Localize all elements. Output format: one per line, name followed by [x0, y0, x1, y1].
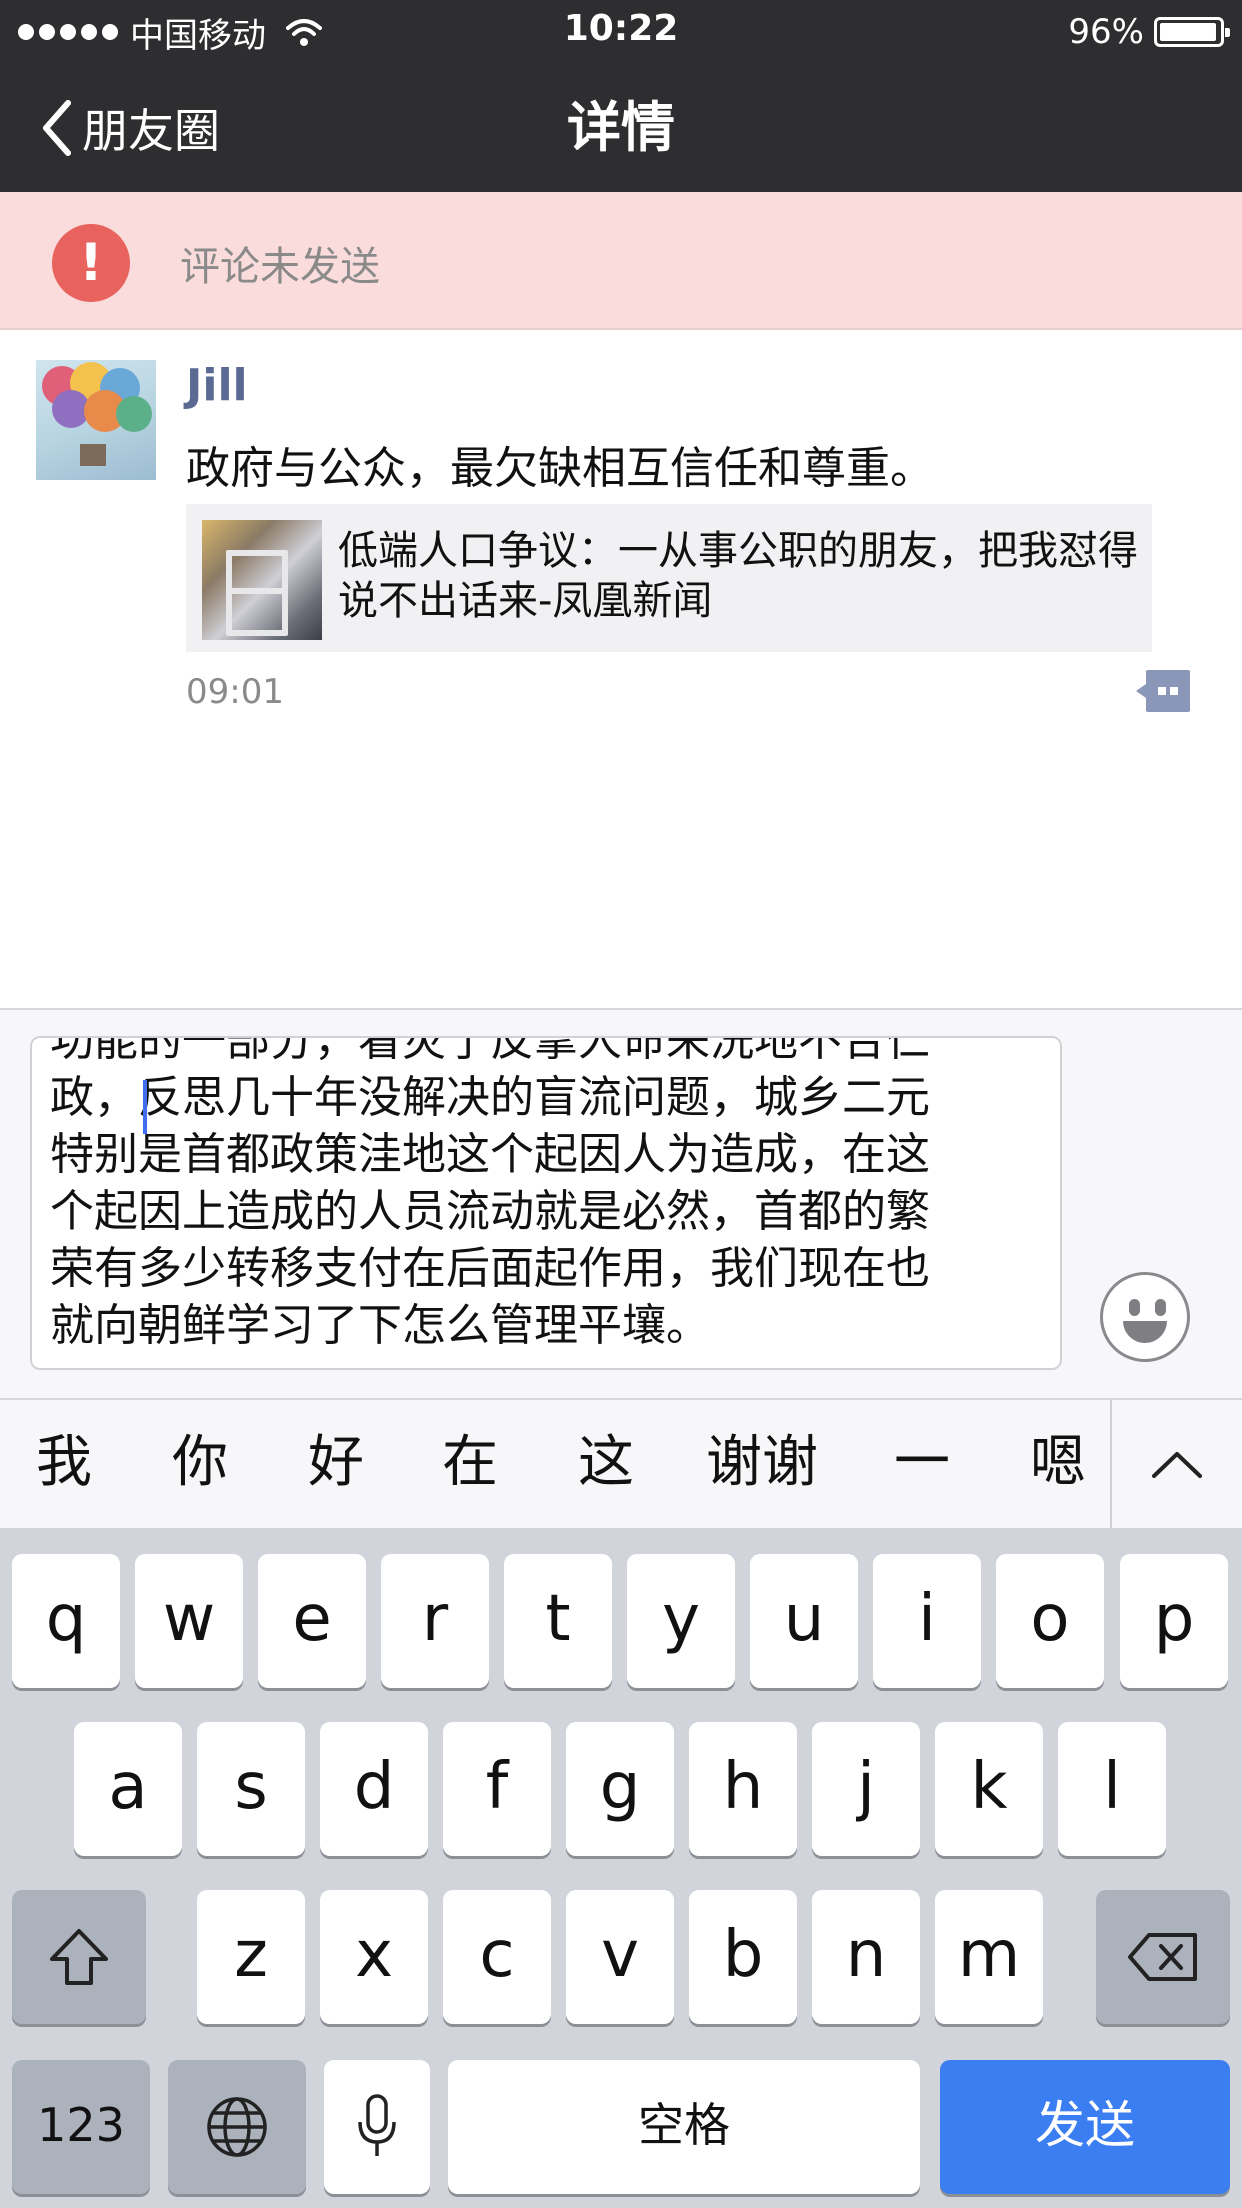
candidate-word[interactable]: 这 [578, 1428, 634, 1498]
candidate-word[interactable]: 在 [442, 1428, 498, 1498]
comment-line: 特别是首都政策洼地这个起因人为造成，在这 [50, 1129, 930, 1180]
send-key[interactable]: 发送 [940, 2060, 1230, 2194]
candidate-word[interactable]: 好 [308, 1428, 364, 1498]
text-cursor [143, 1080, 147, 1134]
key-x[interactable]: x [320, 1890, 428, 2024]
key-s[interactable]: s [197, 1722, 305, 1856]
comment-line: 个起因上造成的人员流动就是必然，首都的繁 [50, 1186, 930, 1237]
comment-line: 政，反思几十年没解决的盲流问题，城乡二元 [50, 1072, 930, 1123]
candidate-word[interactable]: 你 [172, 1428, 228, 1498]
microphone-key[interactable] [324, 2060, 430, 2194]
key-y[interactable]: y [627, 1554, 735, 1688]
backspace-icon [1128, 1933, 1197, 1981]
comment-line: 荣有多少转移支付在后面起作用，我们现在也 [50, 1243, 930, 1294]
comment-text: 功能的一部分，看灾了反拿人命来洗地不合仁 政，反思几十年没解决的盲流问题，城乡二… [50, 1036, 1046, 1354]
key-m[interactable]: m [935, 1890, 1043, 2024]
status-right: 96% [1068, 10, 1230, 54]
key-c[interactable]: c [443, 1890, 551, 2024]
balloon-shape [116, 396, 152, 432]
keyboard: q w e r t y u i o p a s d f g h j k l z … [0, 1528, 1242, 2208]
key-z[interactable]: z [197, 1890, 305, 2024]
post-text: 政府与公众，最欠缺相互信任和尊重。 [186, 443, 934, 494]
status-bar: 中国移动 10:22 96% [0, 0, 1242, 64]
comment-line: 功能的一部分，看灾了反拿人命来洗地不合仁 [50, 1036, 930, 1066]
key-d[interactable]: d [320, 1722, 428, 1856]
candidate-word[interactable]: 谢谢 [706, 1428, 818, 1498]
key-n[interactable]: n [812, 1890, 920, 2024]
bunk-bed-shape [226, 550, 288, 636]
key-k[interactable]: k [935, 1722, 1043, 1856]
shift-icon [50, 1929, 108, 1985]
key-h[interactable]: h [689, 1722, 797, 1856]
key-i[interactable]: i [873, 1554, 981, 1688]
candidate-word[interactable]: 嗯 [1030, 1428, 1086, 1498]
link-title: 低端人口争议：一从事公职的朋友，把我怼得说不出话来-凤凰新闻 [338, 528, 1138, 624]
comment-error-banner[interactable]: ! 评论未发送 [0, 192, 1242, 330]
key-g[interactable]: g [566, 1722, 674, 1856]
key-a[interactable]: a [74, 1722, 182, 1856]
key-b[interactable]: b [689, 1890, 797, 2024]
banner-message: 评论未发送 [180, 244, 380, 290]
key-p[interactable]: p [1120, 1554, 1228, 1688]
smiley-face-icon [1155, 1299, 1166, 1316]
nav-bar: 朋友圈 详情 [0, 64, 1242, 192]
key-w[interactable]: w [135, 1554, 243, 1688]
candidate-word[interactable]: 一 [894, 1428, 950, 1498]
numbers-key[interactable]: 123 [12, 2060, 150, 2194]
comment-input[interactable]: 功能的一部分，看灾了反拿人命来洗地不合仁 政，反思几十年没解决的盲流问题，城乡二… [30, 1036, 1062, 1370]
key-o[interactable]: o [996, 1554, 1104, 1688]
status-time: 10:22 [563, 8, 679, 49]
link-thumbnail [202, 520, 322, 640]
globe-icon [207, 2097, 267, 2157]
exclamation-icon: ! [52, 224, 130, 302]
key-r[interactable]: r [381, 1554, 489, 1688]
key-t[interactable]: t [504, 1554, 612, 1688]
globe-key[interactable] [168, 2060, 306, 2194]
comment-line: 就向朝鲜学习了下怎么管理平壤。 [50, 1300, 710, 1351]
candidate-bar: 我 你 好 在 这 谢谢 一 嗯 [0, 1398, 1242, 1530]
shift-key[interactable] [12, 1890, 146, 2024]
key-v[interactable]: v [566, 1890, 674, 2024]
emoji-button[interactable] [1100, 1272, 1190, 1362]
candidate-word[interactable]: 我 [36, 1428, 92, 1498]
chevron-up-icon[interactable] [1112, 1400, 1242, 1530]
key-f[interactable]: f [443, 1722, 551, 1856]
smiley-face-icon [1123, 1321, 1167, 1343]
key-q[interactable]: q [12, 1554, 120, 1688]
avatar[interactable] [36, 360, 156, 480]
microphone-icon [358, 2094, 396, 2156]
battery-percent: 96% [1068, 12, 1144, 52]
key-e[interactable]: e [258, 1554, 366, 1688]
space-key[interactable]: 空格 [448, 2060, 920, 2194]
comment-action-icon[interactable] [1136, 670, 1190, 712]
smiley-face-icon [1129, 1299, 1140, 1316]
key-u[interactable]: u [750, 1554, 858, 1688]
post-timestamp: 09:01 [186, 672, 284, 712]
post-author[interactable]: Jill [186, 360, 248, 411]
battery-icon [1154, 17, 1230, 47]
page-title: 详情 [567, 96, 675, 159]
key-l[interactable]: l [1058, 1722, 1166, 1856]
key-j[interactable]: j [812, 1722, 920, 1856]
house-shape [80, 444, 106, 466]
link-card[interactable]: 低端人口争议：一从事公职的朋友，把我怼得说不出话来-凤凰新闻 [186, 504, 1152, 652]
backspace-key[interactable] [1096, 1890, 1230, 2024]
